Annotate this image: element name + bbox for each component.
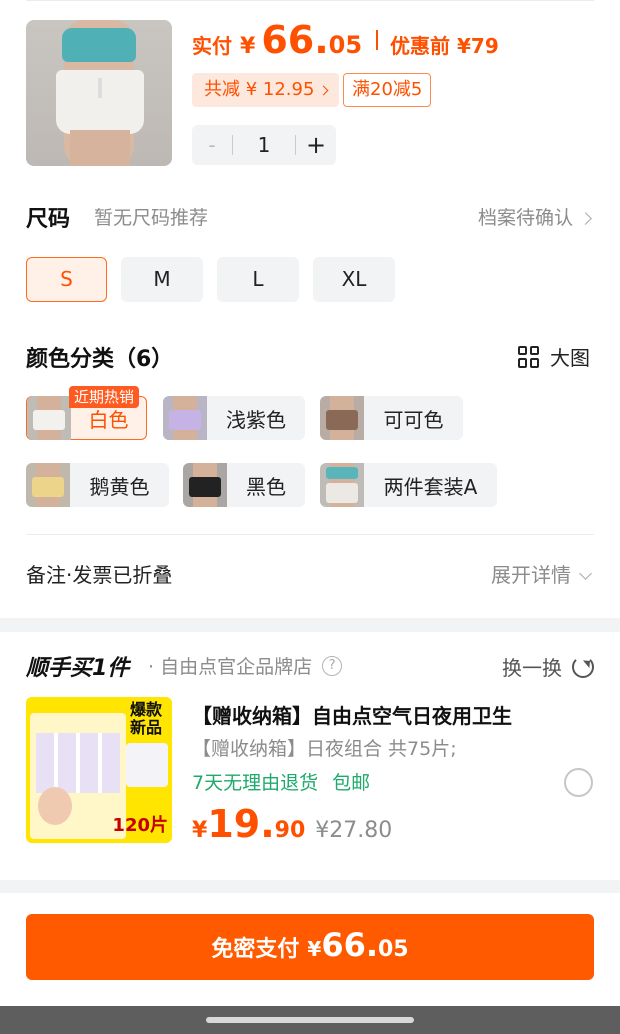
help-icon[interactable]: ? [322,655,343,676]
chevron-down-icon [579,567,592,580]
color-label: 两件套装A [383,474,478,499]
color-option-goose-yellow[interactable]: 鹅黄色 [26,463,169,507]
pay-currency: ¥ [307,937,322,961]
combo-services: 7天无理由退货 包邮 [192,768,370,795]
pay-price-decimal: 05 [378,937,409,962]
decrease-button[interactable]: - [192,133,232,157]
checkout-bar: 免密支付 ¥ 66. 05 [0,893,620,1006]
system-navigation-bar [0,1006,620,1034]
section-divider [26,534,594,535]
large-image-toggle[interactable]: 大图 [518,342,590,371]
image-hot-text: 爆款新品 [129,700,162,737]
color-thumb [163,396,207,440]
color-option-black[interactable]: 黑色 [183,463,305,507]
coupon-tag: 满20减5 [343,73,432,107]
combo-price-decimal: 90 [274,818,306,843]
size-title: 尺码 [26,207,71,232]
return-policy: 7天无理由退货 [192,772,319,794]
combo-brand-title: 顺手买1件 [26,656,130,681]
swap-label: 换一换 [502,656,562,680]
combo-shop: · 自由点官企品牌店 ? [148,652,343,679]
quantity-stepper[interactable]: - 1 + [192,125,336,165]
color-label: 浅紫色 [226,407,286,432]
refresh-icon [572,655,594,678]
chevron-right-icon [579,212,592,225]
price-label: 实付 [192,34,232,58]
combo-product-spec: 【赠收纳箱】日夜组合 共75片; [192,738,457,760]
size-profile-link[interactable]: 档案待确认 [477,203,592,230]
color-label: 可可色 [383,407,444,432]
size-recommendation: 暂无尺码推荐 [94,207,209,229]
color-option-cocoa[interactable]: 可可色 [320,396,463,440]
price-line: 实付 ¥ 66. 05 优惠前 ¥79 [192,18,499,62]
color-thumb [27,396,71,440]
discount-text: 共减 ¥ 12.95 [204,79,315,100]
quantity-value[interactable]: 1 [233,133,295,157]
combo-product-image[interactable]: 爆款新品 120片 [26,697,172,843]
price-currency: ¥ [240,34,256,59]
color-title: 颜色分类（6） [26,347,174,372]
size-option-xl[interactable]: XL [313,257,395,302]
combo-shop-name: · 自由点官企品牌店 [148,656,313,678]
home-indicator[interactable] [206,1017,414,1023]
increase-button[interactable]: + [296,131,336,159]
combo-select-radio[interactable] [564,768,593,797]
sku-panel: 实付 ¥ 66. 05 优惠前 ¥79 共减 ¥ 12.95 满20减5 - 1… [0,0,620,618]
size-option-s[interactable]: S [26,257,107,302]
hot-sale-badge: 近期热销 [69,386,140,408]
size-profile-label: 档案待确认 [477,207,573,229]
color-thumb [183,463,227,507]
combo-price-currency: ¥ [192,818,208,843]
expand-details-label: 展开详情 [491,563,571,587]
large-image-label: 大图 [550,346,590,370]
top-divider [26,0,594,1]
remark-invoice-label: 备注·发票已折叠 [26,563,173,587]
price-separator [376,30,379,50]
size-option-l[interactable]: L [217,257,299,302]
product-thumbnail[interactable] [26,20,172,166]
size-option-m[interactable]: M [121,257,203,302]
color-thumb [320,396,364,440]
color-thumb [26,463,70,507]
chevron-right-icon [318,85,329,95]
combo-recommendation-card: 顺手买1件 · 自由点官企品牌店 ? 换一换 爆款新品 120片 【赠收纳箱】自… [0,632,620,880]
color-option-two-piece-set-a[interactable]: 两件套装A [320,463,497,507]
grid-icon [518,345,540,368]
pay-label: 免密支付 [211,937,300,962]
color-option-light-purple[interactable]: 浅紫色 [163,396,305,440]
pay-price-integer: 66. [321,926,378,964]
combo-price: ¥ 19. 90 ¥27.80 [192,802,392,846]
color-label: 黑色 [246,474,286,499]
price-decimal: 05 [328,31,363,59]
price-integer: 66. [261,18,329,62]
swap-button[interactable]: 换一换 [502,652,594,681]
original-price: 优惠前 ¥79 [390,34,499,58]
color-label: 鹅黄色 [89,474,150,499]
combo-product-title[interactable]: 【赠收纳箱】自由点空气日夜用卫生 [192,700,512,729]
free-shipping: 包邮 [332,772,371,794]
discount-detail-button[interactable]: 共减 ¥ 12.95 [192,73,340,107]
expand-details-button[interactable]: 展开详情 [491,559,592,588]
color-thumb [320,463,364,507]
combo-price-integer: 19. [207,802,275,846]
combo-original-price: ¥27.80 [315,818,393,843]
image-count-text: 120片 [112,815,168,836]
password-free-pay-button[interactable]: 免密支付 ¥ 66. 05 [26,914,594,980]
